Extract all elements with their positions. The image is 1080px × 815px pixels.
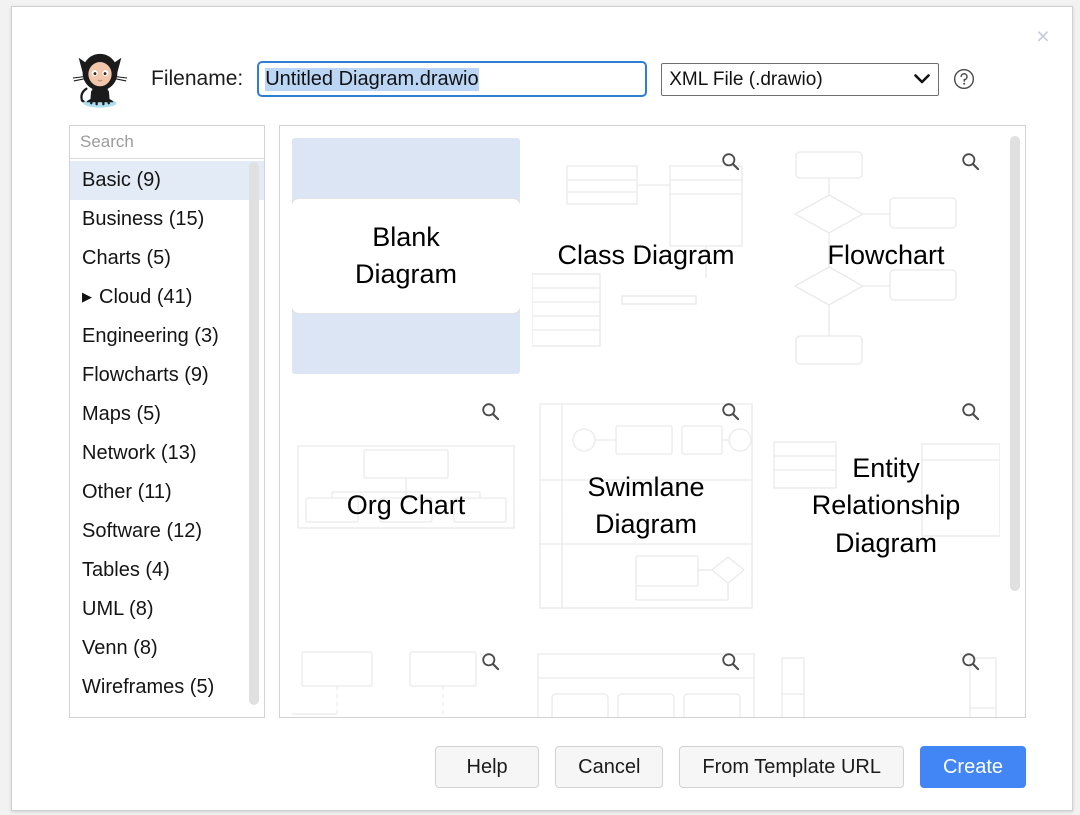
sidebar-item-charts[interactable]: Charts (5): [70, 239, 264, 278]
template-preview-simple: [537, 653, 755, 717]
sidebar-item-uml[interactable]: UML (8): [70, 590, 264, 629]
template-tile-label: Swimlane Diagram: [587, 471, 705, 539]
from-template-url-button[interactable]: From Template URL: [679, 746, 904, 788]
category-list: Basic (9) Business (15) Charts (5) ▶ Cloud (…: [70, 159, 264, 717]
filetype-select[interactable]: XML File (.drawio)Editable Bitmap Image …: [661, 62, 940, 96]
sidebar-item-label: Basic (9): [82, 169, 161, 191]
template-preview-sequence: [292, 651, 477, 717]
filename-input[interactable]: [257, 61, 648, 97]
template-grid-scrollbar-thumb[interactable]: [1010, 136, 1020, 591]
sidebar-item-maps[interactable]: Maps (5): [70, 395, 264, 434]
search-row: [70, 126, 264, 159]
template-tile-flow[interactable]: Flowchart: [772, 138, 1000, 374]
sidebar-item-label: Flowcharts (9): [82, 364, 209, 386]
template-tile-sequence[interactable]: Sequence: [292, 638, 520, 717]
template-tile-blank[interactable]: Blank Diagram: [292, 138, 520, 374]
sidebar-item-label: Venn (8): [82, 637, 158, 659]
category-sidebar: Basic (9) Business (15) Charts (5) ▶ Cloud (…: [69, 125, 265, 718]
sidebar-item-cloud[interactable]: ▶ Cloud (41): [70, 278, 264, 317]
sidebar-scrollbar-thumb[interactable]: [249, 162, 259, 705]
template-tile-org[interactable]: Org Chart: [292, 388, 520, 624]
magnifier-icon[interactable]: [961, 402, 980, 421]
template-tile-label: Entity Relationship Diagram: [811, 453, 961, 558]
sidebar-item-label: Cloud (41): [99, 286, 193, 308]
github-octocat-logo: [72, 53, 128, 108]
sidebar-item-label: Network (13): [82, 442, 197, 464]
cancel-button[interactable]: Cancel: [555, 746, 664, 788]
template-tile-label: Class Diagram: [557, 240, 735, 271]
magnifier-icon[interactable]: [481, 402, 500, 421]
magnifier-icon[interactable]: [721, 402, 740, 421]
filetype-dropdown-wrapper: XML File (.drawio)Editable Bitmap Image …: [661, 62, 940, 96]
template-tile-swimlane[interactable]: Swimlane Diagram: [532, 388, 760, 624]
magnifier-icon[interactable]: [481, 652, 500, 671]
template-grid: Blank Diagram Class Diagram Flowchart Org C…: [280, 126, 1014, 717]
search-input[interactable]: [80, 132, 264, 152]
create-button[interactable]: Create: [919, 746, 1026, 788]
sidebar-item-label: Maps (5): [82, 403, 161, 425]
sidebar-item-label: Wireframes (5): [82, 676, 215, 698]
sidebar-item-business[interactable]: Business (15): [70, 200, 264, 239]
template-grid-panel: Blank Diagram Class Diagram Flowchart Org C…: [279, 125, 1026, 718]
dialog-body: Basic (9) Business (15) Charts (5) ▶ Cloud (…: [69, 125, 1026, 718]
magnifier-icon[interactable]: [721, 152, 740, 171]
question-mark-circle-icon[interactable]: [953, 68, 975, 90]
sidebar-item-network[interactable]: Network (13): [70, 434, 264, 473]
template-tile-label: Blank Diagram: [292, 198, 520, 314]
magnifier-icon[interactable]: [961, 652, 980, 671]
dialog-header: Filename: XML File (.drawio)Editable Bit…: [12, 43, 1072, 115]
template-tile-label: Flowchart: [827, 240, 945, 271]
sidebar-item-wireframes[interactable]: Wireframes (5): [70, 668, 264, 707]
sidebar-item-label: Engineering (3): [82, 325, 219, 347]
filename-label: Filename:: [151, 67, 244, 90]
sidebar-item-label: Business (15): [82, 208, 205, 230]
template-tile-erd[interactable]: Entity Relationship Diagram: [772, 388, 1000, 624]
sidebar-item-label: Software (12): [82, 520, 203, 542]
sidebar-item-venn[interactable]: Venn (8): [70, 629, 264, 668]
sidebar-item-label: Tables (4): [82, 559, 170, 581]
magnifier-icon[interactable]: [961, 152, 980, 171]
sidebar-item-engineering[interactable]: Engineering (3): [70, 317, 264, 356]
help-button[interactable]: Help: [435, 746, 540, 788]
template-tile-simple[interactable]: Simple: [532, 638, 760, 717]
sidebar-item-label: UML (8): [82, 598, 154, 620]
template-preview-cross: [781, 657, 997, 717]
dialog-footer: Help Cancel From Template URL Create: [12, 746, 1072, 788]
expand-triangle-icon[interactable]: ▶: [82, 289, 92, 305]
sidebar-item-basic[interactable]: Basic (9): [70, 161, 264, 200]
sidebar-item-label: Other (11): [82, 481, 172, 503]
sidebar-item-tables[interactable]: Tables (4): [70, 551, 264, 590]
new-diagram-dialog: × Filename: XML Fi: [11, 6, 1073, 811]
sidebar-item-flowcharts[interactable]: Flowcharts (9): [70, 356, 264, 395]
magnifier-icon[interactable]: [721, 652, 740, 671]
sidebar-item-other[interactable]: Other (11): [70, 473, 264, 512]
template-tile-class[interactable]: Class Diagram: [532, 138, 760, 374]
template-tile-label: Org Chart: [346, 490, 466, 521]
sidebar-item-label: Charts (5): [82, 247, 171, 269]
template-tile-cross[interactable]: Cross-: [772, 638, 1000, 717]
sidebar-item-software[interactable]: Software (12): [70, 512, 264, 551]
